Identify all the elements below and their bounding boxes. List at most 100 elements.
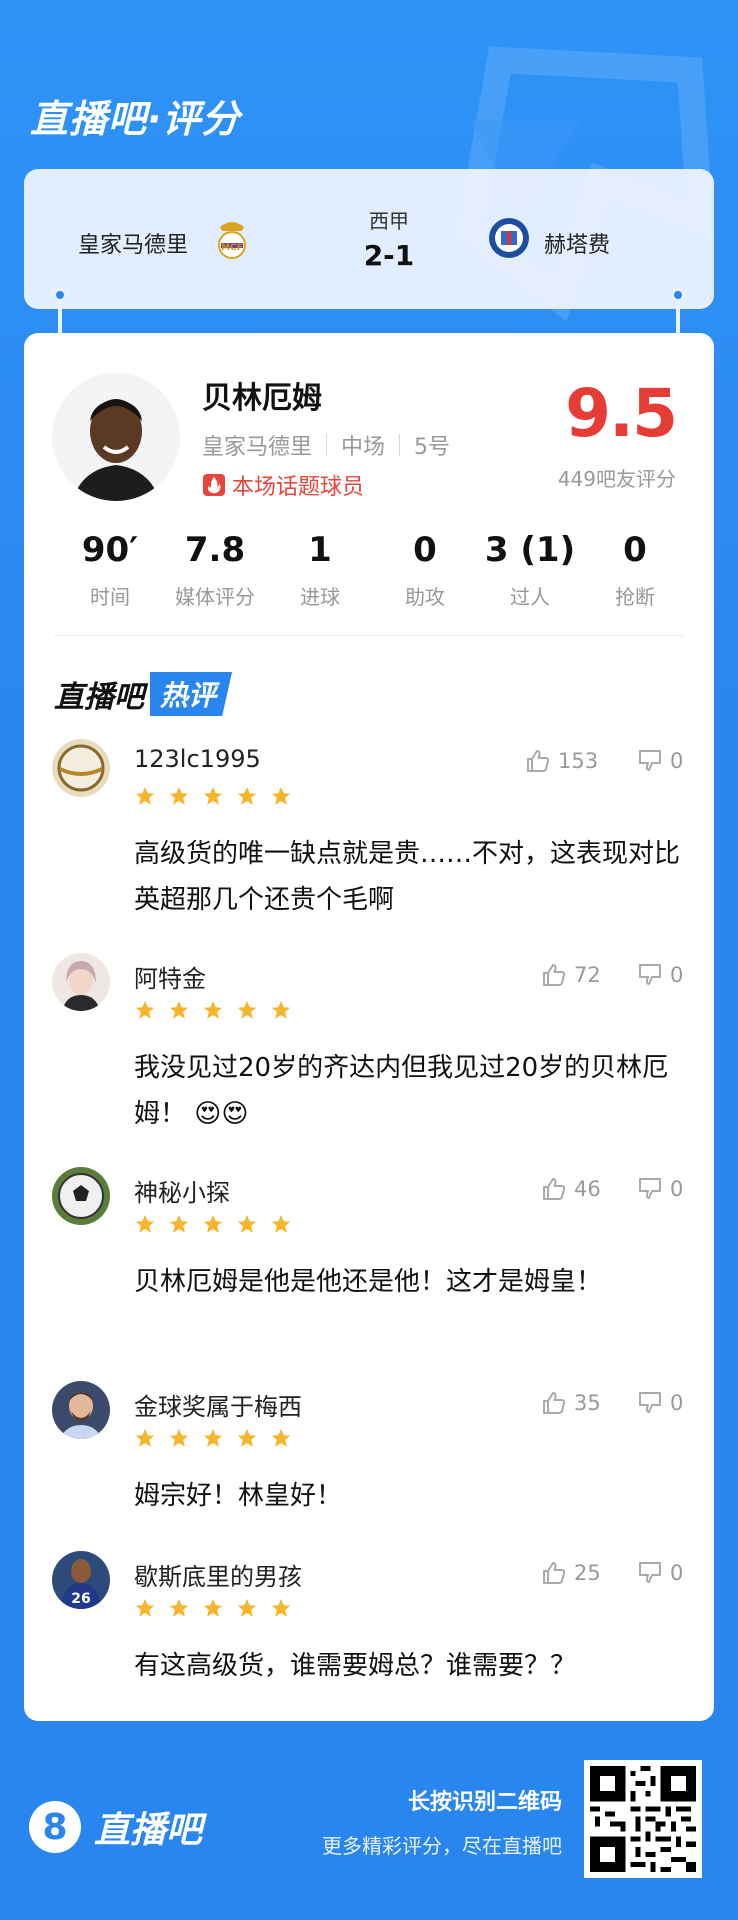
stats-row: 90′ 时间 7.8 媒体评分 1 进球 0 助攻 3 (1) 过人 0 抢断 (24, 529, 714, 629)
dislike-button[interactable]: 0 (636, 747, 683, 775)
comment-text: 我没见过20岁的齐达内但我见过20岁的贝林厄姆！ 😍😍 (134, 1053, 669, 1129)
stat-tackles: 0 抢断 (575, 529, 695, 610)
player-name: 贝林厄姆 (202, 381, 322, 416)
away-team-name: 赫塔费 (544, 233, 611, 258)
like-count: 25 (574, 1561, 601, 1585)
thumbs-up-icon (543, 964, 566, 986)
comment-username[interactable]: 金球奖属于梅西 (134, 1387, 302, 1422)
comment-username[interactable]: 123lc1995 (134, 745, 261, 773)
player-avatar (52, 373, 180, 501)
hot-player-label: 本场话题球员 (232, 475, 365, 500)
fan-rating-count: 449吧友评分 (557, 467, 676, 491)
stat-value: 3 (1) (484, 530, 576, 570)
stat-value: 90′ (81, 530, 139, 570)
match-score: 2-1 (363, 239, 415, 272)
thumbs-down-icon (639, 1392, 661, 1413)
star-icon (135, 786, 155, 805)
fan-rating-score: 9.5 (565, 375, 678, 452)
stat-label: 抢断 (615, 585, 655, 609)
like-button[interactable]: 25 (540, 1559, 601, 1587)
star-rating (134, 1597, 304, 1619)
section-divider (54, 635, 684, 636)
hot-comments-header: 直播吧 热评 (54, 671, 233, 717)
stat-label: 过人 (510, 585, 550, 609)
stat-label: 时间 (90, 585, 130, 609)
comment-text: 有这高级货，谁需要姆总？谁需要？？ (134, 1651, 577, 1681)
footer: 8 直播吧 长按识别二维码 更多精彩评分，尽在直播吧 (0, 1740, 738, 1920)
section-title-tag: 热评 (150, 672, 233, 716)
comment-username[interactable]: 歇斯底里的男孩 (134, 1557, 302, 1592)
stat-assists: 0 助攻 (365, 529, 485, 610)
svg-text:MCF: MCF (221, 243, 243, 253)
star-icon (135, 1000, 155, 1019)
star-icon (169, 786, 189, 805)
star-icon (237, 1598, 257, 1617)
star-icon (169, 1214, 189, 1233)
player-rating-card: 贝林厄姆 皇家马德里 中场 5号 本场话题球员 9.5 449吧友评分 90′ … (24, 333, 714, 1721)
like-button[interactable]: 72 (540, 961, 601, 989)
star-icon (271, 1428, 291, 1447)
like-count: 72 (574, 963, 601, 987)
star-icon (203, 1598, 223, 1617)
hot-player-badge: 本场话题球员 (202, 469, 364, 501)
user-avatar[interactable] (52, 1167, 110, 1225)
star-icon (203, 786, 223, 805)
comment-text: 高级货的唯一缺点就是贵……不对，这表现对比英超那几个还贵个毛啊 (134, 839, 681, 915)
meta-divider (326, 434, 328, 456)
dislike-count: 0 (670, 1177, 684, 1201)
player-meta: 皇家马德里 中场 5号 (202, 429, 450, 461)
meta-divider (399, 434, 401, 456)
stat-value: 0 (623, 530, 647, 570)
app-name: 直播吧 (94, 1810, 203, 1851)
app-logo: 8 直播吧 (28, 1800, 202, 1854)
qr-tip-sub: 更多精彩评分，尽在直播吧 (322, 1834, 562, 1858)
getafe-crest-icon (489, 218, 529, 258)
stat-label: 助攻 (405, 585, 445, 609)
star-icon (271, 1000, 291, 1019)
dislike-button[interactable]: 0 (636, 1559, 683, 1587)
comment-username[interactable]: 神秘小探 (134, 1173, 230, 1208)
star-icon (237, 1000, 257, 1019)
star-icon (271, 1598, 291, 1617)
svg-text:26: 26 (71, 1591, 90, 1607)
star-icon (237, 1214, 257, 1233)
user-avatar[interactable] (52, 739, 110, 797)
star-icon (203, 1214, 223, 1233)
like-button[interactable]: 46 (540, 1175, 601, 1203)
qr-code[interactable] (584, 1760, 702, 1878)
star-rating (134, 785, 304, 807)
star-icon (271, 1214, 291, 1233)
stat-dribbles: 3 (1) 过人 (470, 529, 590, 610)
user-avatar[interactable] (52, 1381, 110, 1439)
thumbs-up-icon (527, 750, 550, 772)
thumbs-up-icon (543, 1178, 566, 1200)
star-icon (135, 1598, 155, 1617)
dislike-count: 0 (670, 1391, 684, 1415)
dislike-button[interactable]: 0 (636, 1389, 683, 1417)
user-avatar[interactable] (52, 953, 110, 1011)
player-number: 5号 (414, 435, 451, 460)
star-rating (134, 999, 304, 1021)
stat-value: 7.8 (184, 530, 246, 570)
dislike-button[interactable]: 0 (636, 1175, 683, 1203)
section-title-main: 直播吧 (54, 680, 144, 715)
league-name: 西甲 (369, 209, 409, 233)
star-icon (237, 1428, 257, 1447)
like-button[interactable]: 35 (540, 1389, 601, 1417)
home-team-name: 皇家马德里 (78, 233, 189, 258)
stat-label: 媒体评分 (175, 585, 255, 609)
star-icon (203, 1428, 223, 1447)
like-button[interactable]: 153 (524, 747, 598, 775)
dislike-button[interactable]: 0 (636, 961, 683, 989)
star-icon (271, 786, 291, 805)
player-position: 中场 (341, 435, 386, 460)
user-avatar[interactable]: 26 (52, 1551, 110, 1609)
stat-value: 0 (413, 530, 437, 570)
dislike-count: 0 (670, 1561, 684, 1585)
stat-minutes: 90′ 时间 (50, 529, 170, 610)
comment-username[interactable]: 阿特金 (134, 959, 206, 994)
thumbs-down-icon (639, 1178, 661, 1199)
star-rating (134, 1427, 304, 1449)
star-icon (203, 1000, 223, 1019)
brand-title: 直播吧·评分 (30, 97, 241, 141)
